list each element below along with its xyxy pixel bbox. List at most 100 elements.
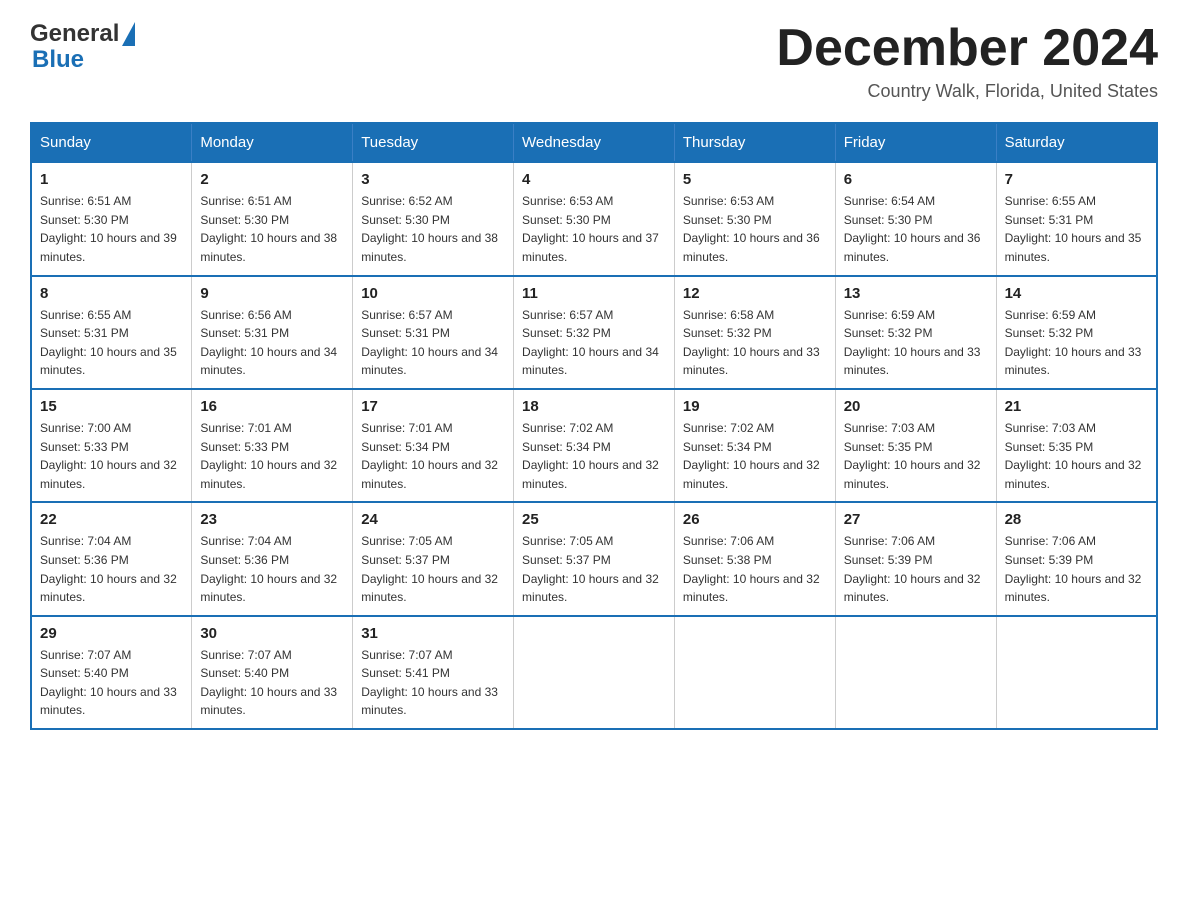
day-info: Sunrise: 6:51 AMSunset: 5:30 PMDaylight:… [200, 192, 344, 266]
day-number: 11 [522, 285, 666, 302]
day-number: 15 [40, 398, 183, 415]
day-number: 7 [1005, 171, 1148, 188]
day-info: Sunrise: 6:53 AMSunset: 5:30 PMDaylight:… [522, 192, 666, 266]
day-number: 30 [200, 625, 344, 642]
calendar-cell: 7Sunrise: 6:55 AMSunset: 5:31 PMDaylight… [996, 162, 1157, 275]
day-info: Sunrise: 6:57 AMSunset: 5:32 PMDaylight:… [522, 306, 666, 380]
calendar-week-5: 29 Sunrise: 7:07 AMSunset: 5:40 PMDayligh… [31, 616, 1157, 729]
day-info: Sunrise: 7:01 AMSunset: 5:34 PMDaylight:… [361, 419, 505, 493]
day-info: Sunrise: 7:03 AMSunset: 5:35 PMDaylight:… [1005, 419, 1148, 493]
day-info: Sunrise: 7:03 AMSunset: 5:35 PMDaylight:… [844, 419, 988, 493]
day-number: 10 [361, 285, 505, 302]
day-number: 1 [40, 171, 183, 188]
calendar-cell: 18 Sunrise: 7:02 AMSunset: 5:34 PMDayligh… [514, 389, 675, 502]
calendar-cell: 15 Sunrise: 7:00 AMSunset: 5:33 PMDayligh… [31, 389, 192, 502]
day-of-week-sunday: Sunday [31, 123, 192, 162]
calendar-cell: 26 Sunrise: 7:06 AMSunset: 5:38 PMDayligh… [674, 502, 835, 615]
day-number: 13 [844, 285, 988, 302]
calendar-cell: 16 Sunrise: 7:01 AMSunset: 5:33 PMDayligh… [192, 389, 353, 502]
calendar-cell: 9Sunrise: 6:56 AMSunset: 5:31 PMDaylight… [192, 276, 353, 389]
day-info: Sunrise: 6:51 AMSunset: 5:30 PMDaylight:… [40, 192, 183, 266]
calendar-cell: 1 Sunrise: 6:51 AMSunset: 5:30 PMDaylight… [31, 162, 192, 275]
day-info: Sunrise: 7:06 AMSunset: 5:38 PMDaylight:… [683, 532, 827, 606]
calendar-cell: 30 Sunrise: 7:07 AMSunset: 5:40 PMDayligh… [192, 616, 353, 729]
day-number: 14 [1005, 285, 1148, 302]
day-info: Sunrise: 6:59 AMSunset: 5:32 PMDaylight:… [844, 306, 988, 380]
day-number: 28 [1005, 511, 1148, 528]
day-info: Sunrise: 7:06 AMSunset: 5:39 PMDaylight:… [1005, 532, 1148, 606]
day-of-week-saturday: Saturday [996, 123, 1157, 162]
day-number: 9 [200, 285, 344, 302]
day-info: Sunrise: 7:07 AMSunset: 5:40 PMDaylight:… [200, 646, 344, 720]
day-info: Sunrise: 7:02 AMSunset: 5:34 PMDaylight:… [683, 419, 827, 493]
calendar-cell: 6 Sunrise: 6:54 AMSunset: 5:30 PMDaylight… [835, 162, 996, 275]
calendar-header: SundayMondayTuesdayWednesdayThursdayFrid… [31, 123, 1157, 162]
day-number: 17 [361, 398, 505, 415]
title-section: December 2024 Country Walk, Florida, Uni… [776, 20, 1158, 102]
day-number: 29 [40, 625, 183, 642]
day-info: Sunrise: 6:54 AMSunset: 5:30 PMDaylight:… [844, 192, 988, 266]
day-number: 6 [844, 171, 988, 188]
day-info: Sunrise: 7:01 AMSunset: 5:33 PMDaylight:… [200, 419, 344, 493]
calendar-week-1: 1 Sunrise: 6:51 AMSunset: 5:30 PMDaylight… [31, 162, 1157, 275]
day-number: 26 [683, 511, 827, 528]
calendar-cell [674, 616, 835, 729]
day-of-week-thursday: Thursday [674, 123, 835, 162]
day-info: Sunrise: 7:07 AMSunset: 5:40 PMDaylight:… [40, 646, 183, 720]
day-info: Sunrise: 7:00 AMSunset: 5:33 PMDaylight:… [40, 419, 183, 493]
calendar-cell: 24Sunrise: 7:05 AMSunset: 5:37 PMDayligh… [353, 502, 514, 615]
calendar-cell: 22 Sunrise: 7:04 AMSunset: 5:36 PMDayligh… [31, 502, 192, 615]
calendar-cell: 29 Sunrise: 7:07 AMSunset: 5:40 PMDayligh… [31, 616, 192, 729]
calendar-cell: 2 Sunrise: 6:51 AMSunset: 5:30 PMDaylight… [192, 162, 353, 275]
calendar-body: 1 Sunrise: 6:51 AMSunset: 5:30 PMDaylight… [31, 162, 1157, 729]
calendar-cell: 10 Sunrise: 6:57 AMSunset: 5:31 PMDayligh… [353, 276, 514, 389]
day-number: 16 [200, 398, 344, 415]
day-number: 31 [361, 625, 505, 642]
page-header: General Blue December 2024 Country Walk,… [30, 20, 1158, 102]
day-number: 8 [40, 285, 183, 302]
day-of-week-wednesday: Wednesday [514, 123, 675, 162]
calendar-cell: 14 Sunrise: 6:59 AMSunset: 5:32 PMDayligh… [996, 276, 1157, 389]
day-number: 20 [844, 398, 988, 415]
day-number: 23 [200, 511, 344, 528]
calendar-week-4: 22 Sunrise: 7:04 AMSunset: 5:36 PMDayligh… [31, 502, 1157, 615]
day-number: 22 [40, 511, 183, 528]
day-number: 27 [844, 511, 988, 528]
day-info: Sunrise: 7:04 AMSunset: 5:36 PMDaylight:… [40, 532, 183, 606]
day-info: Sunrise: 7:05 AMSunset: 5:37 PMDaylight:… [361, 532, 505, 606]
day-info: Sunrise: 6:59 AMSunset: 5:32 PMDaylight:… [1005, 306, 1148, 380]
day-number: 18 [522, 398, 666, 415]
day-info: Sunrise: 7:02 AMSunset: 5:34 PMDaylight:… [522, 419, 666, 493]
calendar-cell: 27Sunrise: 7:06 AMSunset: 5:39 PMDayligh… [835, 502, 996, 615]
day-of-week-monday: Monday [192, 123, 353, 162]
calendar-cell: 11 Sunrise: 6:57 AMSunset: 5:32 PMDayligh… [514, 276, 675, 389]
day-info: Sunrise: 6:55 AMSunset: 5:31 PMDaylight:… [40, 306, 183, 380]
calendar-cell: 21Sunrise: 7:03 AMSunset: 5:35 PMDayligh… [996, 389, 1157, 502]
calendar-cell: 23 Sunrise: 7:04 AMSunset: 5:36 PMDayligh… [192, 502, 353, 615]
day-number: 19 [683, 398, 827, 415]
calendar-cell: 13 Sunrise: 6:59 AMSunset: 5:32 PMDayligh… [835, 276, 996, 389]
calendar-cell: 8 Sunrise: 6:55 AMSunset: 5:31 PMDaylight… [31, 276, 192, 389]
day-info: Sunrise: 6:53 AMSunset: 5:30 PMDaylight:… [683, 192, 827, 266]
day-number: 25 [522, 511, 666, 528]
day-number: 12 [683, 285, 827, 302]
day-of-week-friday: Friday [835, 123, 996, 162]
day-info: Sunrise: 7:05 AMSunset: 5:37 PMDaylight:… [522, 532, 666, 606]
day-info: Sunrise: 6:58 AMSunset: 5:32 PMDaylight:… [683, 306, 827, 380]
location-text: Country Walk, Florida, United States [776, 81, 1158, 102]
calendar-cell: 31 Sunrise: 7:07 AMSunset: 5:41 PMDayligh… [353, 616, 514, 729]
day-number: 4 [522, 171, 666, 188]
month-title: December 2024 [776, 20, 1158, 77]
day-info: Sunrise: 7:07 AMSunset: 5:41 PMDaylight:… [361, 646, 505, 720]
logo-blue-text: Blue [32, 46, 84, 74]
calendar-cell: 5Sunrise: 6:53 AMSunset: 5:30 PMDaylight… [674, 162, 835, 275]
day-info: Sunrise: 6:57 AMSunset: 5:31 PMDaylight:… [361, 306, 505, 380]
calendar-cell: 3Sunrise: 6:52 AMSunset: 5:30 PMDaylight… [353, 162, 514, 275]
calendar-week-2: 8 Sunrise: 6:55 AMSunset: 5:31 PMDaylight… [31, 276, 1157, 389]
calendar-cell: 19 Sunrise: 7:02 AMSunset: 5:34 PMDayligh… [674, 389, 835, 502]
day-info: Sunrise: 7:04 AMSunset: 5:36 PMDaylight:… [200, 532, 344, 606]
day-number: 2 [200, 171, 344, 188]
calendar-cell: 12 Sunrise: 6:58 AMSunset: 5:32 PMDayligh… [674, 276, 835, 389]
calendar-cell [835, 616, 996, 729]
logo-triangle-icon [122, 22, 135, 46]
